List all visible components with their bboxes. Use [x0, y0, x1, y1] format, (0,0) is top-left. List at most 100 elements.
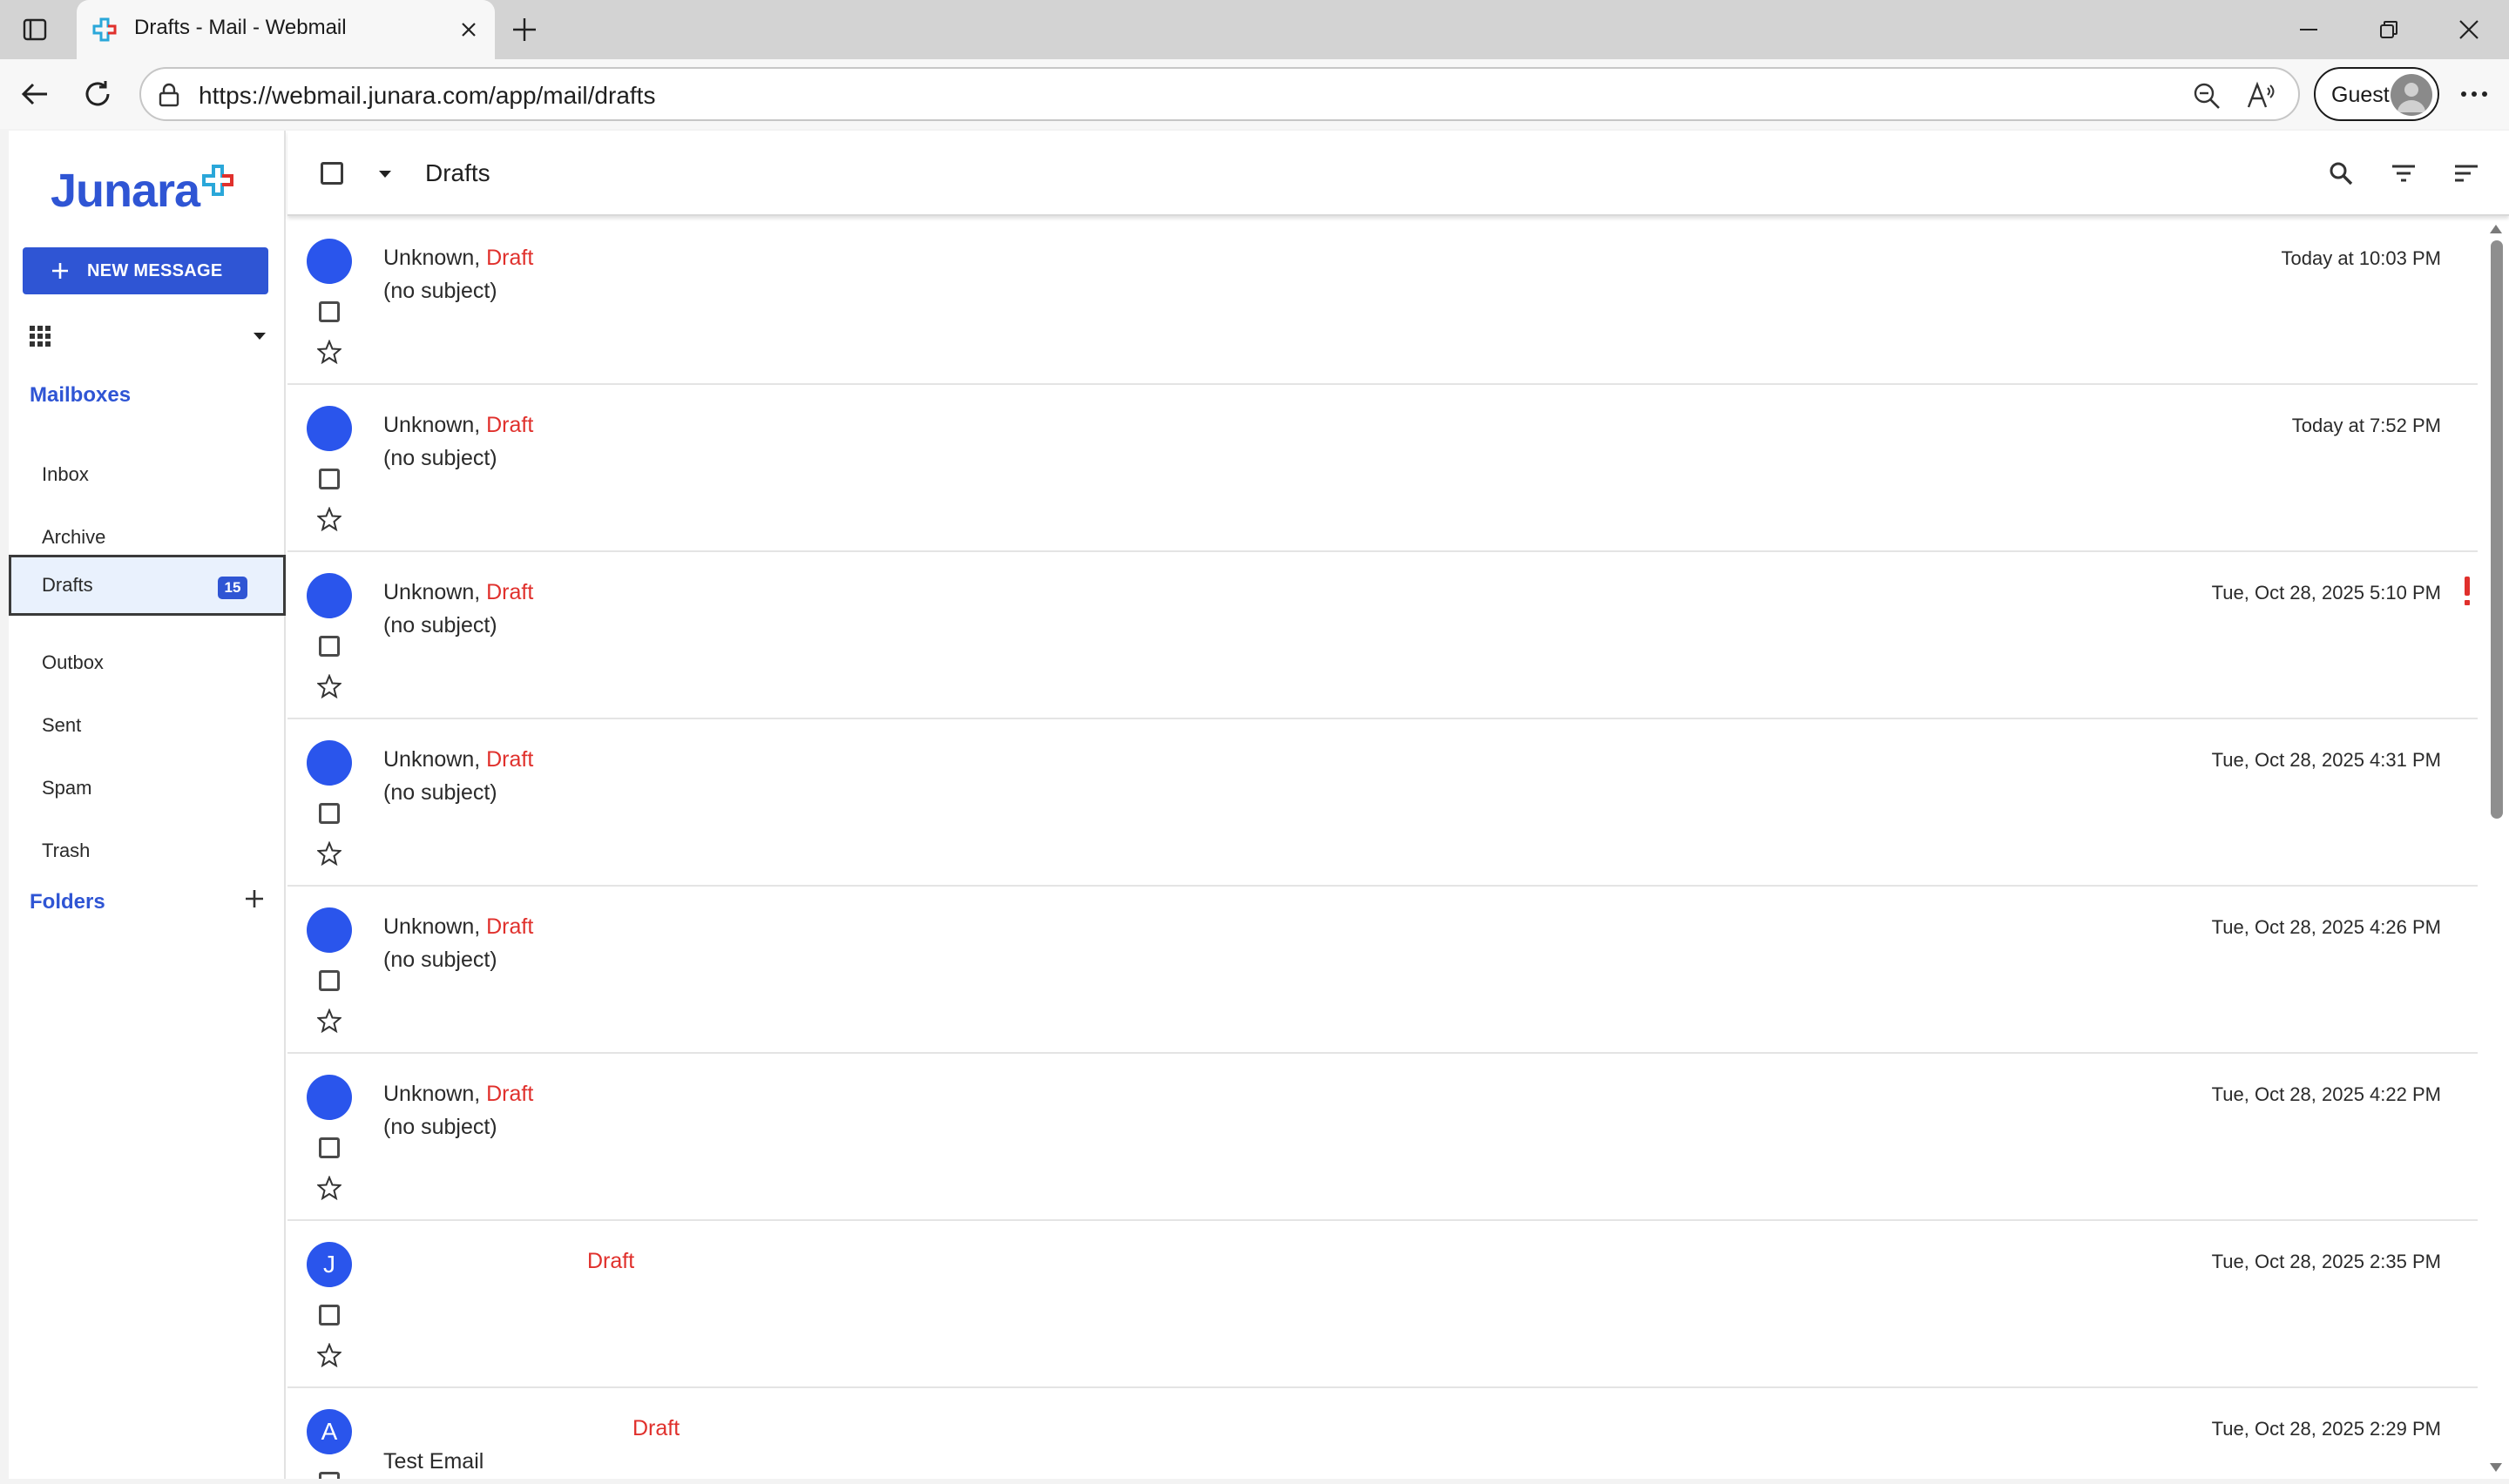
draft-tag: Draft	[486, 246, 534, 270]
message-row[interactable]: Unknown, Draft (no subject) Tue, Oct 28,…	[287, 552, 2478, 719]
mailbox-label: Drafts	[42, 574, 93, 596]
filter-icon[interactable]	[2385, 155, 2422, 192]
star-icon[interactable]	[315, 1174, 343, 1202]
sender-avatar[interactable]: A	[307, 1409, 352, 1454]
junara-logo[interactable]: Junara	[51, 164, 234, 218]
scroll-down-icon[interactable]	[2489, 1461, 2503, 1474]
message-list-scrollbar[interactable]	[2483, 218, 2509, 1479]
message-row[interactable]: J Draft Tue, Oct 28, 2025 2:35 PM	[287, 1221, 2478, 1388]
sender-name: Unknown,	[383, 1082, 481, 1106]
folders-heading[interactable]: Folders	[30, 890, 105, 914]
message-checkbox[interactable]	[319, 301, 340, 322]
apps-switcher[interactable]	[24, 319, 274, 354]
apps-grid-icon[interactable]	[28, 324, 52, 348]
browser-tab[interactable]: Drafts - Mail - Webmail	[77, 0, 495, 59]
message-row[interactable]: Unknown, Draft (no subject) Today at 7:5…	[287, 385, 2478, 552]
message-checkbox[interactable]	[319, 1305, 340, 1325]
read-aloud-icon[interactable]	[2244, 79, 2277, 112]
close-window-icon[interactable]	[2443, 9, 2495, 51]
tab-actions-icon[interactable]	[19, 14, 51, 45]
message-list: Unknown, Draft (no subject) Today at 10:…	[287, 218, 2478, 1479]
mailbox-drafts[interactable]: Drafts 15	[9, 555, 286, 616]
reload-icon[interactable]	[77, 73, 118, 115]
sender-name: Unknown,	[383, 747, 481, 772]
scroll-up-icon[interactable]	[2489, 223, 2503, 235]
sender-name: Unknown,	[383, 580, 481, 604]
select-options-chevron-icon[interactable]	[375, 164, 396, 185]
message-subject: (no subject)	[383, 1115, 497, 1139]
message-row[interactable]: Unknown, Draft (no subject) Tue, Oct 28,…	[287, 887, 2478, 1054]
star-icon[interactable]	[315, 1341, 343, 1369]
message-subject: (no subject)	[383, 948, 497, 972]
message-checkbox[interactable]	[319, 469, 340, 489]
sender-avatar[interactable]	[307, 1075, 352, 1120]
message-date: Tue, Oct 28, 2025 4:31 PM	[2211, 749, 2441, 771]
message-row[interactable]: Unknown, Draft (no subject) Tue, Oct 28,…	[287, 1054, 2478, 1221]
message-subject: (no subject)	[383, 279, 497, 303]
close-tab-icon[interactable]	[451, 12, 486, 47]
sender-avatar[interactable]	[307, 740, 352, 786]
mailbox-inbox[interactable]: Inbox	[9, 444, 286, 505]
star-icon[interactable]	[315, 338, 343, 366]
tab-title: Drafts - Mail - Webmail	[134, 16, 347, 39]
message-checkbox[interactable]	[319, 636, 340, 657]
profile-label: Guest	[2331, 83, 2390, 107]
message-subject: Test Email	[383, 1449, 484, 1474]
more-options-icon[interactable]	[2453, 73, 2495, 115]
draft-tag: Draft	[486, 580, 534, 604]
lock-icon[interactable]	[155, 81, 183, 109]
sender-line: Unknown, Draft	[383, 580, 533, 605]
profile-button[interactable]: Guest	[2314, 67, 2439, 121]
sender-name: Unknown,	[383, 914, 481, 939]
message-subject: (no subject)	[383, 446, 497, 470]
draft-tag: Draft	[486, 413, 534, 437]
add-folder-icon[interactable]	[240, 885, 268, 913]
message-row[interactable]: Unknown, Draft (no subject) Today at 10:…	[287, 218, 2478, 385]
sender-avatar[interactable]	[307, 406, 352, 451]
mailbox-sent[interactable]: Sent	[9, 695, 286, 756]
message-checkbox[interactable]	[319, 1137, 340, 1158]
message-subject: (no subject)	[383, 780, 497, 805]
select-all-checkbox[interactable]	[321, 162, 343, 185]
draft-tag: Draft	[486, 747, 534, 772]
scroll-thumb[interactable]	[2491, 240, 2503, 819]
new-message-button[interactable]: NEW MESSAGE	[23, 247, 268, 294]
address-bar[interactable]: https://webmail.junara.com/app/mail/draf…	[139, 67, 2300, 121]
message-checkbox[interactable]	[319, 1472, 340, 1479]
url-text[interactable]: https://webmail.junara.com/app/mail/draf…	[199, 82, 655, 110]
mailbox-label: Archive	[42, 526, 106, 548]
sender-avatar[interactable]: J	[307, 1242, 352, 1287]
message-checkbox[interactable]	[319, 970, 340, 991]
minimize-icon[interactable]	[2282, 9, 2335, 51]
message-row[interactable]: A Draft Test Email Tue, Oct 28, 2025 2:2…	[287, 1388, 2478, 1479]
unread-count-badge: 15	[218, 577, 247, 599]
draft-tag: Draft	[632, 1416, 680, 1440]
sender-name: Unknown,	[383, 413, 481, 437]
mailboxes-heading[interactable]: Mailboxes	[30, 383, 131, 408]
mailbox-label: Trash	[42, 840, 91, 861]
page-title: Drafts	[425, 159, 490, 186]
zoom-out-icon[interactable]	[2190, 79, 2223, 112]
sender-avatar[interactable]	[307, 907, 352, 953]
star-icon[interactable]	[315, 505, 343, 533]
mailbox-outbox[interactable]: Outbox	[9, 632, 286, 693]
message-list-pane: Drafts Unknown, Draft (no subject) Today…	[287, 131, 2509, 1479]
message-checkbox[interactable]	[319, 803, 340, 824]
star-icon[interactable]	[315, 672, 343, 700]
sender-avatar[interactable]	[307, 239, 352, 284]
profile-avatar-icon	[2391, 74, 2432, 116]
star-icon[interactable]	[315, 840, 343, 867]
new-tab-icon[interactable]	[505, 10, 544, 49]
message-date: Tue, Oct 28, 2025 2:29 PM	[2211, 1418, 2441, 1440]
star-icon[interactable]	[315, 1007, 343, 1035]
mailbox-spam[interactable]: Spam	[9, 758, 286, 819]
mailbox-trash[interactable]: Trash	[9, 820, 286, 881]
restore-icon[interactable]	[2363, 9, 2415, 51]
sort-icon[interactable]	[2448, 155, 2485, 192]
message-row[interactable]: Unknown, Draft (no subject) Tue, Oct 28,…	[287, 719, 2478, 887]
sender-avatar[interactable]	[307, 573, 352, 618]
search-icon[interactable]	[2323, 155, 2359, 192]
back-arrow-icon[interactable]	[14, 73, 56, 115]
chevron-down-icon[interactable]	[249, 326, 270, 347]
draft-tag: Draft	[587, 1249, 635, 1273]
